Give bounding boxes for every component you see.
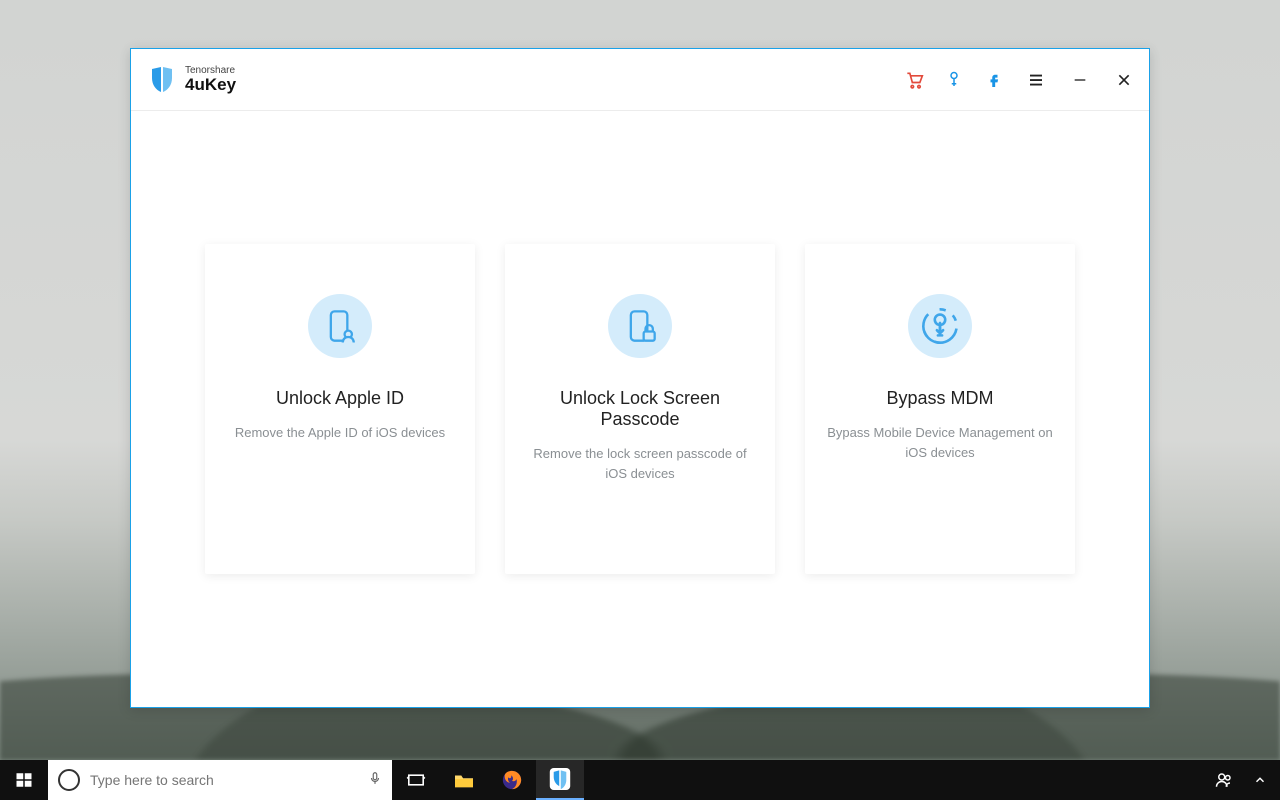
card-title: Bypass MDM — [886, 388, 993, 409]
mdm-key-icon — [908, 294, 972, 358]
microphone-icon[interactable] — [368, 769, 382, 792]
cortana-icon — [58, 769, 80, 791]
titlebar: Tenorshare 4uKey — [131, 49, 1149, 111]
main-content: Unlock Apple ID Remove the Apple ID of i… — [131, 111, 1149, 707]
app-window: Tenorshare 4uKey — [130, 48, 1150, 708]
card-unlock-apple-id[interactable]: Unlock Apple ID Remove the Apple ID of i… — [205, 244, 475, 574]
task-view-button[interactable] — [392, 760, 440, 800]
phone-lock-icon — [608, 294, 672, 358]
card-unlock-passcode[interactable]: Unlock Lock Screen Passcode Remove the l… — [505, 244, 775, 574]
cart-icon[interactable] — [903, 69, 925, 91]
card-title: Unlock Lock Screen Passcode — [525, 388, 755, 430]
card-bypass-mdm[interactable]: Bypass MDM Bypass Mobile Device Manageme… — [805, 244, 1075, 574]
people-icon[interactable] — [1210, 760, 1238, 800]
card-desc: Bypass Mobile Device Management on iOS d… — [825, 423, 1055, 462]
start-button[interactable] — [0, 760, 48, 800]
shield-logo-icon — [149, 66, 175, 94]
card-desc: Remove the Apple ID of iOS devices — [235, 423, 445, 443]
4ukey-taskbar-button[interactable] — [536, 760, 584, 800]
taskbar — [0, 760, 1280, 800]
key-icon[interactable] — [943, 69, 965, 91]
titlebar-actions — [903, 69, 1137, 91]
close-button[interactable] — [1111, 69, 1137, 91]
file-explorer-button[interactable] — [440, 760, 488, 800]
firefox-button[interactable] — [488, 760, 536, 800]
card-desc: Remove the lock screen passcode of iOS d… — [525, 444, 755, 483]
tray-chevron-up-icon[interactable] — [1246, 760, 1274, 800]
menu-icon[interactable] — [1023, 69, 1049, 91]
company-name: Tenorshare — [185, 65, 236, 76]
taskbar-search[interactable] — [48, 760, 392, 800]
product-name: 4uKey — [185, 76, 236, 95]
minimize-button[interactable] — [1067, 69, 1093, 91]
facebook-icon[interactable] — [983, 69, 1005, 91]
search-input[interactable] — [90, 772, 358, 788]
phone-user-icon — [308, 294, 372, 358]
system-tray — [1210, 760, 1280, 800]
card-title: Unlock Apple ID — [276, 388, 404, 409]
app-logo: Tenorshare 4uKey — [149, 65, 236, 95]
